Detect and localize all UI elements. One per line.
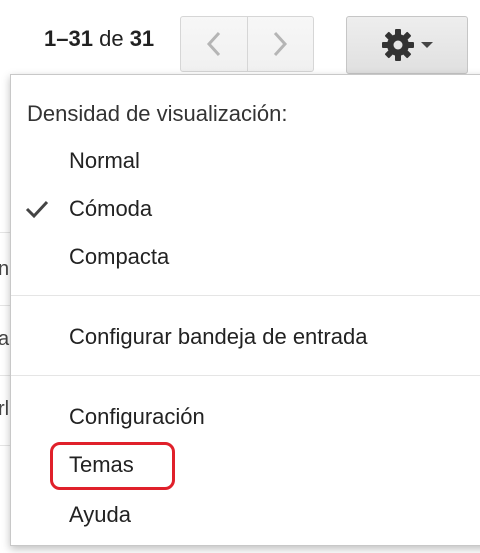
list-row-fragment: n [0,258,10,280]
settings-item[interactable]: Configuración [11,397,471,437]
pager-total: 31 [129,26,155,51]
pagination-buttons [180,16,314,72]
themes-item[interactable]: Temas [11,445,471,485]
chevron-right-icon [274,31,288,57]
menu-item-label: Configurar bandeja de entrada [69,324,368,349]
caret-down-icon [421,42,433,48]
pager-range: 1–31 [44,26,93,51]
menu-divider [11,375,480,376]
menu-item-label: Ayuda [69,502,131,527]
density-option-normal[interactable]: Normal [11,141,471,181]
menu-item-label: Normal [69,148,140,173]
newer-button[interactable] [181,17,247,71]
list-row-fragment: a [0,328,10,350]
gear-icon [382,29,414,61]
help-item[interactable]: Ayuda [11,495,471,535]
checkmark-icon [25,189,49,229]
older-button[interactable] [246,17,314,71]
menu-item-label: Temas [69,452,134,477]
configure-inbox-item[interactable]: Configurar bandeja de entrada [11,317,471,357]
menu-item-label: Configuración [69,404,205,429]
menu-divider [11,295,480,296]
density-option-compact[interactable]: Compacta [11,237,471,277]
list-row-fragment: rl [0,398,10,420]
pager-of: de [99,26,124,51]
settings-menu: Densidad de visualización: Normal Cómoda… [10,74,480,546]
pager-count: 1–31 de 31 [44,26,154,52]
menu-item-label: Cómoda [69,196,153,221]
chevron-left-icon [206,31,220,57]
page: n a rl 1–31 de 31 Densidad de visualizac… [0,0,480,553]
menu-item-label: Compacta [69,244,170,269]
density-option-comfortable[interactable]: Cómoda [11,189,471,229]
settings-button[interactable] [346,16,468,74]
density-heading: Densidad de visualización: [27,101,288,126]
